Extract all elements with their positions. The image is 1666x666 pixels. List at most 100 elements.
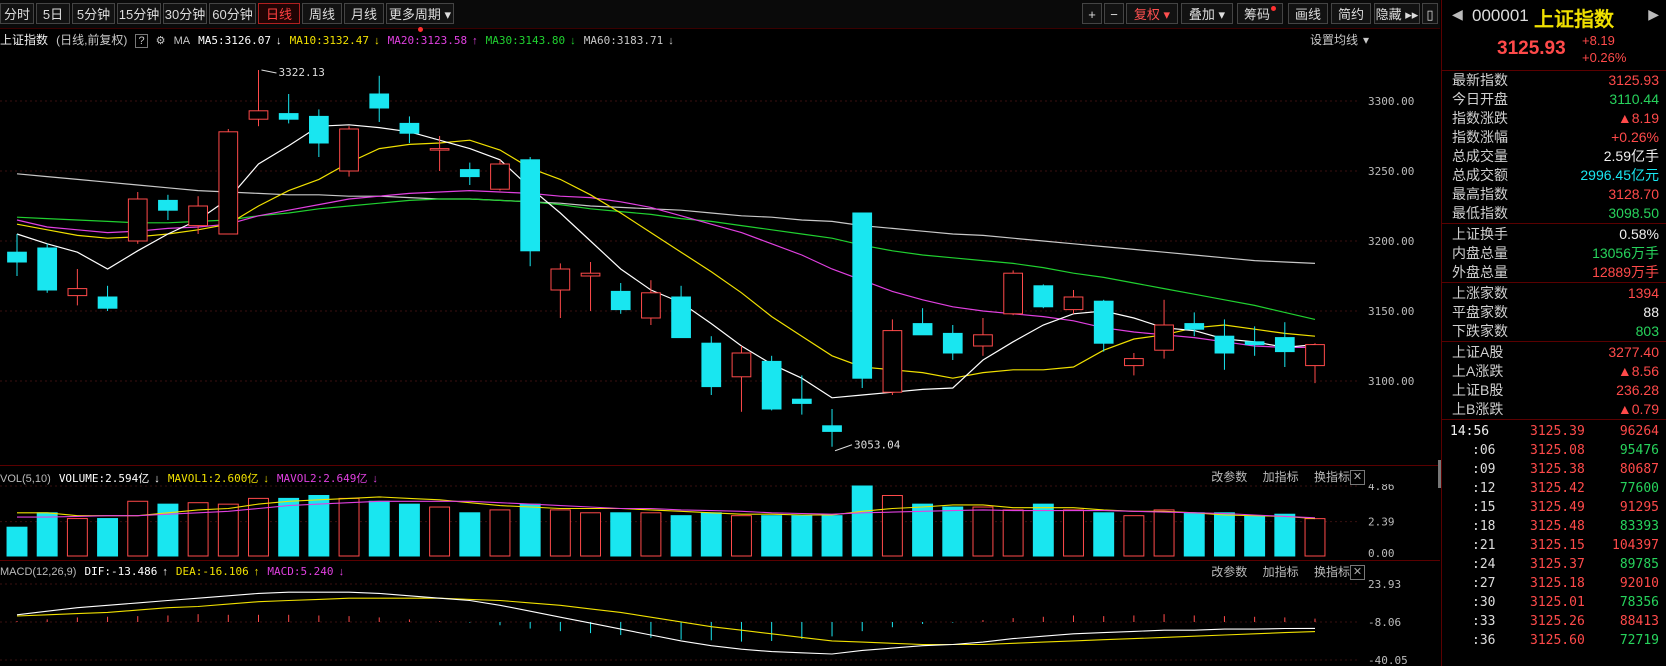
macd-close-icon[interactable]: ✕: [1350, 565, 1365, 580]
macd-chart[interactable]: 23.93 -8.06 -40.05: [0, 580, 1440, 666]
candle: [550, 263, 571, 318]
macd-add-indicator-button[interactable]: 加指标: [1263, 565, 1299, 579]
tool-button-7[interactable]: 隐藏 ▸▸: [1374, 3, 1420, 24]
tick-row: :15 3125.49 91295: [1442, 498, 1666, 518]
tool-button-1[interactable]: −: [1104, 3, 1124, 24]
volume-bar: [580, 512, 601, 557]
vol-panel-tools: 改参数 加指标 换指标: [1199, 468, 1350, 485]
period-tab-7[interactable]: 周线: [302, 3, 342, 24]
period-tab-9[interactable]: 更多周期 ▾: [386, 3, 454, 32]
stat-label: 上A涨跌: [1452, 363, 1504, 379]
period-tab-1[interactable]: 5日: [36, 3, 70, 24]
price-tick-label: 3250.00: [1368, 165, 1414, 178]
volume-bar: [278, 497, 300, 557]
stat-value: 3128.70: [1608, 186, 1659, 202]
candle: [1274, 322, 1295, 367]
candle-body: [339, 128, 359, 172]
vol-close-icon[interactable]: ✕: [1350, 470, 1365, 485]
stat-label: 指数涨幅: [1452, 129, 1508, 145]
vol-switch-indicator-button[interactable]: 换指标: [1314, 470, 1350, 484]
ma60-line: [16, 173, 1316, 264]
stat-row: 最高指数 3128.70: [1442, 184, 1666, 204]
tick-row: :09 3125.38 80687: [1442, 460, 1666, 480]
macd-legend: MACD(12,26,9) DIF:-13.486 ↑ DEA:-16.106 ↑ …: [0, 565, 349, 578]
candle: [641, 280, 661, 325]
tick-time: :09: [1472, 462, 1496, 477]
volume-bar: [519, 503, 541, 557]
tool-button-0[interactable]: +: [1082, 3, 1102, 24]
tool-button-5[interactable]: 画线: [1288, 3, 1328, 24]
tick-price: 3125.15: [1530, 538, 1585, 553]
tool-button-3[interactable]: 叠加 ▾: [1181, 3, 1233, 24]
price-chart[interactable]: 3300.00 3250.00 3200.00 3150.00 3100.00 3322.…: [0, 45, 1440, 465]
macd-switch-indicator-button[interactable]: 换指标: [1314, 565, 1350, 579]
prev-arrow-icon[interactable]: ◀: [1452, 6, 1463, 23]
vol-edit-params-button[interactable]: 改参数: [1211, 470, 1247, 484]
tool-button-6[interactable]: 简约: [1331, 3, 1371, 24]
stat-row: 上A涨跌 ▲8.56: [1442, 361, 1666, 381]
candle-body: [1154, 324, 1174, 351]
panel-toggle-icon[interactable]: ▯: [1422, 3, 1438, 24]
candle: [1063, 290, 1084, 314]
tick-volume: 88413: [1619, 614, 1659, 629]
volume-bar: [610, 512, 632, 557]
stat-value: 13056万手: [1592, 245, 1659, 261]
period-tab-4[interactable]: 30分钟: [163, 3, 207, 24]
candle: [127, 192, 148, 244]
stat-value: 3098.50: [1608, 205, 1659, 221]
next-arrow-icon[interactable]: ▶: [1648, 6, 1659, 23]
stat-row: 平盘家数 88: [1442, 302, 1666, 322]
volume-bar: [761, 515, 783, 557]
stat-label: 最低指数: [1452, 205, 1508, 221]
stat-value: 3125.93: [1608, 72, 1659, 88]
period-tab-5[interactable]: 60分钟: [209, 3, 256, 24]
stat-row: 最新指数 3125.93: [1442, 70, 1666, 90]
period-tab-8[interactable]: 月线: [344, 3, 384, 24]
period-tab-3[interactable]: 15分钟: [117, 3, 161, 24]
macd-edit-params-button[interactable]: 改参数: [1211, 565, 1247, 579]
stat-row: 上B涨跌 ▲0.79: [1442, 399, 1666, 419]
volume-bar: [6, 526, 28, 557]
tick-volume: 92010: [1619, 576, 1659, 591]
volume-bar: [1304, 518, 1326, 557]
volume-bar: [368, 500, 390, 557]
dif-value: DIF:-13.486: [84, 565, 158, 578]
volume-bar: [398, 503, 420, 557]
stat-value: 0.58%: [1619, 226, 1659, 242]
candle: [1124, 353, 1144, 376]
candle: [973, 318, 993, 356]
tick-time: :12: [1472, 481, 1496, 496]
vol-add-indicator-button[interactable]: 加指标: [1263, 470, 1299, 484]
candle-body: [1093, 300, 1114, 344]
dea-arrow-icon: ↑: [253, 566, 260, 578]
stat-value: 3110.44: [1609, 91, 1659, 107]
period-tab-2[interactable]: 5分钟: [72, 3, 115, 24]
volume-bar: [127, 500, 149, 557]
stat-value: 236.28: [1616, 382, 1659, 398]
stat-label: 今日开盘: [1452, 91, 1508, 107]
stat-label: 内盘总量: [1452, 245, 1508, 261]
stat-value: 2.59亿手: [1603, 148, 1659, 164]
tick-volume: 80687: [1619, 462, 1659, 477]
macd-tick-label: -8.06: [1368, 616, 1401, 629]
stat-value: 803: [1635, 323, 1659, 339]
candle: [7, 234, 27, 276]
volume-chart[interactable]: 4.86 2.39 0.00: [0, 484, 1440, 558]
mavol1-line: [17, 496, 1316, 520]
candle: [67, 269, 88, 306]
candle: [1214, 319, 1235, 370]
candle: [671, 285, 691, 339]
tool-button-4[interactable]: 筹码: [1237, 3, 1283, 24]
tick-price: 3125.26: [1530, 614, 1585, 629]
volume-bar: [640, 512, 662, 557]
tick-price: 3125.38: [1530, 462, 1585, 477]
tick-volume: 96264: [1619, 424, 1659, 439]
stock-code: 000001: [1472, 6, 1529, 25]
tool-button-2[interactable]: 复权 ▾: [1126, 3, 1178, 24]
candle-body: [7, 251, 27, 263]
dif-arrow-icon: ↑: [162, 566, 168, 578]
candle-body: [942, 332, 963, 354]
period-tab-0[interactable]: 分时: [0, 3, 34, 24]
chart-area[interactable]: 分时 5日 5分钟 15分钟 30分钟 60分钟 日线 周线 月线 更多周期 ▾ + − 复权 ▾ 叠加 …: [0, 0, 1440, 666]
period-tab-6[interactable]: 日线: [258, 3, 300, 24]
